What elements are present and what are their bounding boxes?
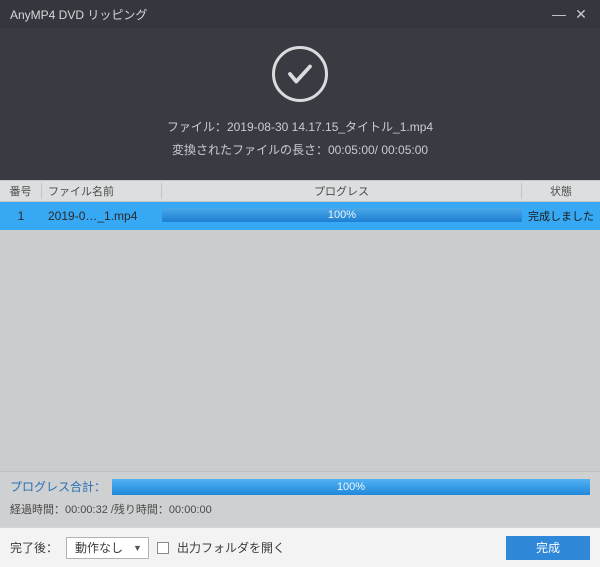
total-label: プログレス合計： [10,478,106,495]
cell-status: 完成しました [522,208,600,224]
hero-panel: ファイル：2019-08-30 14.17.15_タイトル_1.mp4 変換され… [0,28,600,180]
table-header: 番号 ファイル名前 プログレス 状態 [0,180,600,202]
total-bar-wrap: 100% [112,479,590,495]
footer: 完了後： 動作なし ▼ 出力フォルダを開く 完成 [0,527,600,567]
length-value: 00:05:00/ 00:05:00 [328,143,428,157]
window-title: AnyMP4 DVD リッピング [10,6,548,23]
total-area: プログレス合計： 100% 経過時間：00:00:32 /残り時間：00:00:… [0,471,600,527]
file-name: 2019-08-30 14.17.15_タイトル_1.mp4 [227,120,433,134]
col-header-num: 番号 [0,183,42,199]
after-action-select[interactable]: 動作なし ▼ [66,537,149,559]
cell-progress: 100% [162,208,522,224]
close-button[interactable]: ✕ [570,6,592,23]
cell-num: 1 [0,209,42,223]
file-line: ファイル：2019-08-30 14.17.15_タイトル_1.mp4 [10,118,590,135]
table-row[interactable]: 1 2019-0…_1.mp4 100% 完成しました [0,202,600,230]
total-progress-bar: 100% [112,479,590,495]
after-label: 完了後： [10,539,58,556]
col-header-progress: プログレス [162,183,522,199]
total-row: プログレス合計： 100% [10,478,590,495]
done-button[interactable]: 完成 [506,536,590,560]
cell-name: 2019-0…_1.mp4 [42,209,162,223]
row-progress-bar: 100% [162,208,522,222]
window: AnyMP4 DVD リッピング — ✕ ファイル：2019-08-30 14.… [0,0,600,567]
length-label: 変換されたファイルの長さ： [172,143,328,157]
file-label: ファイル： [167,120,227,134]
open-folder-checkbox[interactable] [157,542,169,554]
minimize-button[interactable]: — [548,6,570,22]
titlebar: AnyMP4 DVD リッピング — ✕ [0,0,600,28]
total-progress-percent: 100% [112,479,590,495]
success-check-icon [272,46,328,102]
open-folder-label: 出力フォルダを開く [177,539,285,556]
chevron-down-icon: ▼ [133,543,142,553]
row-progress-percent: 100% [162,208,522,222]
table-body: 1 2019-0…_1.mp4 100% 完成しました [0,202,600,471]
after-action-value: 動作なし [75,539,123,556]
col-header-status: 状態 [522,183,600,199]
time-line: 経過時間：00:00:32 /残り時間：00:00:00 [10,501,590,517]
length-line: 変換されたファイルの長さ：00:05:00/ 00:05:00 [10,141,590,158]
col-header-name: ファイル名前 [42,183,162,199]
